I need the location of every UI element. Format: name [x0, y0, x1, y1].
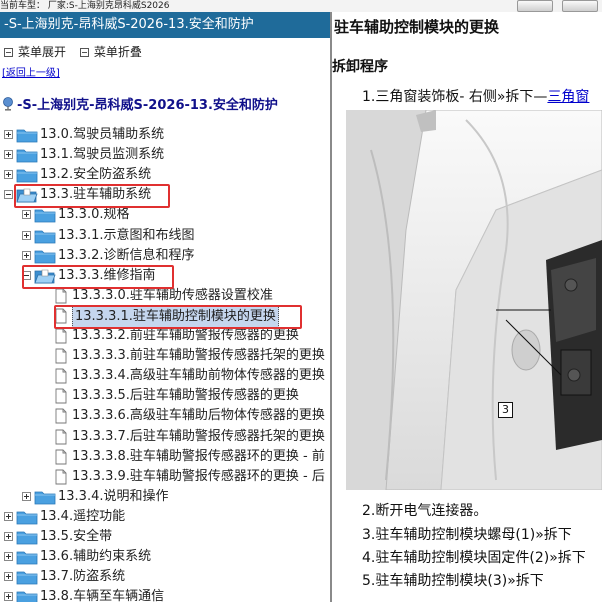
current-model-label: 当前车型： 厂家:S-上海别克昂科威S2026: [0, 1, 170, 11]
tree-item-label: 13.3.1.示意图和布线图: [58, 228, 195, 243]
step-4: 4.驻车辅助控制模块固定件(2)»拆下: [362, 550, 586, 566]
expand-toggle-icon[interactable]: [22, 231, 31, 240]
sidebar-title: -S-上海别克-昂科威S-2026-13.安全和防护: [0, 12, 330, 38]
step-5: 5.驻车辅助控制模块(3)»拆下: [362, 573, 544, 589]
step-1-text: 1.三角窗装饰板- 右侧»拆下—: [362, 89, 548, 105]
tree-item-label: 13.3.3.6.高级驻车辅助后物体传感器的更换: [72, 408, 325, 423]
tree-item-label: 13.1.驾驶员监测系统: [40, 147, 165, 162]
top-bar: 当前车型： 厂家:S-上海别克昂科威S2026: [0, 0, 602, 12]
toolbar-button-1[interactable]: [517, 0, 554, 12]
tree-item-label: 13.3.3.0.驻车辅助传感器设置校准: [72, 288, 273, 303]
tree-item-label: 13.6.辅助约束系统: [40, 549, 152, 564]
folder-icon: [16, 589, 38, 602]
tree-item-label: 13.0.驾驶员辅助系统: [40, 127, 165, 142]
tree-item-label: 13.3.3.3.前驻车辅助警报传感器托架的更换: [72, 348, 325, 363]
globe-icon: [3, 97, 13, 111]
collapse-button[interactable]: 菜单折叠: [94, 45, 142, 59]
expand-toggle-icon[interactable]: [4, 130, 13, 139]
step-1-link[interactable]: 三角窗: [547, 89, 589, 105]
back-link[interactable]: [返回上一级]: [2, 64, 60, 79]
highlight-box: [22, 265, 174, 289]
tree-item-label: 13.3.2.诊断信息和程序: [58, 248, 195, 263]
tree-item-label: 13.3.3.2.前驻车辅助警报传感器的更换: [72, 328, 299, 343]
content-pane: 驻车辅助控制模块的更换 拆卸程序 1.三角窗装饰板- 右侧»拆下—三角窗 3 2…: [332, 12, 602, 602]
tree-item-label: 13.8.车辆至车辆通信: [40, 589, 165, 602]
expand-toggle-icon[interactable]: [22, 251, 31, 260]
tree-item-label: 13.3.3.8.驻车辅助警报传感器环的更换 - 前: [72, 449, 325, 464]
tree-item-label: 13.3.0.规格: [58, 207, 130, 222]
document-icon: [54, 408, 68, 431]
collapse-toggle-icon[interactable]: [4, 190, 13, 199]
tree-item-label: 13.2.安全防盗系统: [40, 167, 152, 182]
tree-item-label: 13.5.安全带: [40, 529, 113, 544]
tree-item-label: 13.7.防盗系统: [40, 569, 126, 584]
expand-toggle-icon[interactable]: [4, 552, 13, 561]
tree-item-label: 13.3.3.5.后驻车辅助警报传感器的更换: [72, 388, 299, 403]
tree-root[interactable]: -S-上海别克-昂科威S-2026-13.安全和防护: [2, 94, 278, 113]
expand-toggle-icon[interactable]: [4, 592, 13, 601]
expand-toggle-icon[interactable]: [4, 512, 13, 521]
expand-toggle-icon[interactable]: [22, 210, 31, 219]
tree-item-label: 13.3.4.说明和操作: [58, 489, 169, 504]
folder-icon: [34, 207, 56, 230]
step-1: 1.三角窗装饰板- 右侧»拆下—三角窗: [362, 86, 589, 106]
expand-toggle-icon[interactable]: [22, 492, 31, 501]
highlight-box: [14, 184, 170, 208]
section-heading: 拆卸程序: [332, 59, 388, 75]
tree-item-label: 13.4.遥控功能: [40, 509, 126, 524]
tree-item-label: 13.3.3.4.高级驻车辅助前物体传感器的更换: [72, 368, 325, 383]
step-3: 3.驻车辅助控制模块螺母(1)»拆下: [362, 527, 572, 543]
expand-toggle-icon[interactable]: [4, 150, 13, 159]
expand-toggle-icon[interactable]: [4, 170, 13, 179]
toolbar-button-2[interactable]: [562, 0, 598, 12]
menu-controls: 菜单展开 菜单折叠: [2, 43, 142, 60]
procedure-photo: 3: [346, 110, 602, 490]
sidebar: -S-上海别克-昂科威S-2026-13.安全和防护 菜单展开 菜单折叠 [返回…: [0, 12, 330, 602]
highlight-box: [54, 305, 302, 329]
collapse-icon: [79, 48, 89, 57]
page-title: 驻车辅助控制模块的更换: [334, 18, 500, 36]
tree-item-label: 13.3.3.7.后驻车辅助警报传感器托架的更换: [72, 429, 325, 444]
expand-icon: [4, 48, 13, 57]
step-2: 2.断开电气连接器。: [362, 503, 488, 519]
tree-item-label: 13.3.3.9.驻车辅助警报传感器环的更换 - 后: [72, 469, 325, 484]
callout-3: 3: [498, 402, 513, 418]
expand-button[interactable]: 菜单展开: [18, 45, 66, 59]
expand-toggle-icon[interactable]: [4, 572, 13, 581]
expand-toggle-icon[interactable]: [4, 532, 13, 541]
tree-root-label: -S-上海别克-昂科威S-2026-13.安全和防护: [17, 98, 278, 113]
procedure-illustration: [346, 110, 602, 490]
